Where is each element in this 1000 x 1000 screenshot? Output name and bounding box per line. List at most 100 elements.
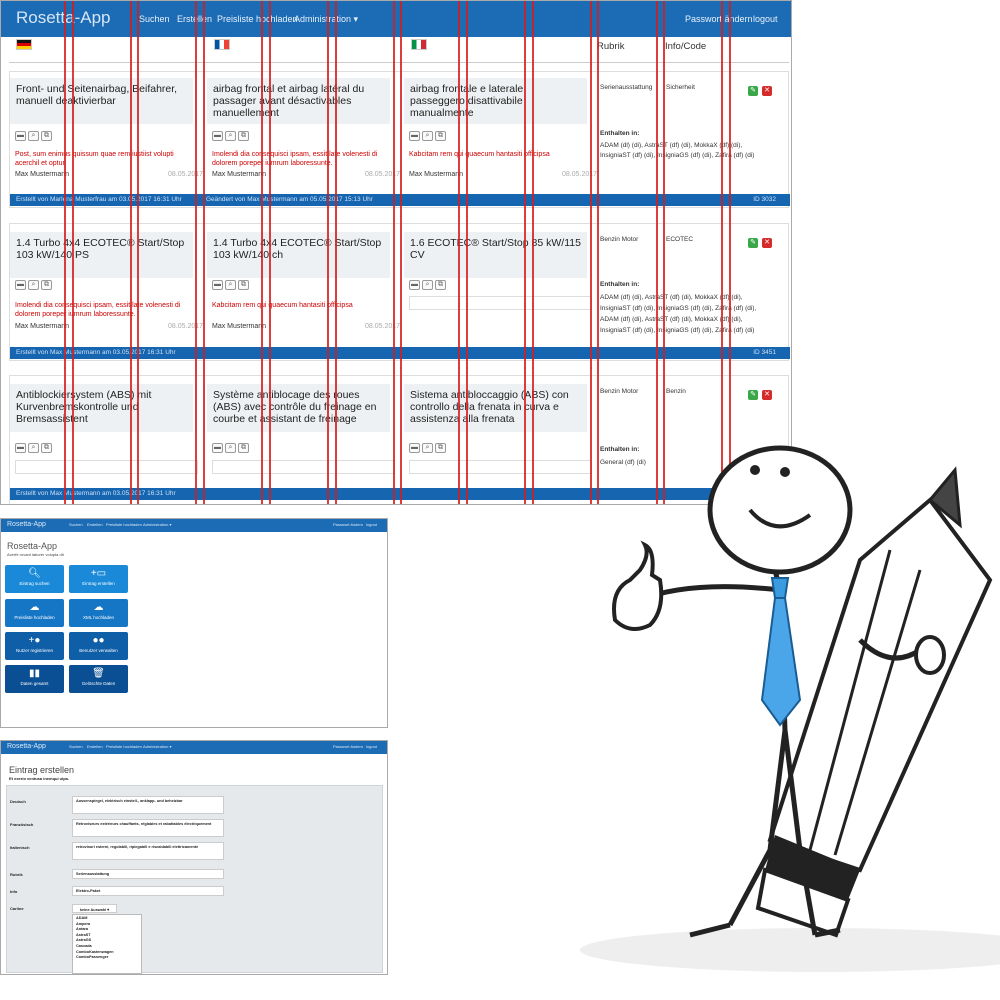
nav-logout[interactable]: logout bbox=[753, 14, 778, 24]
search-icon[interactable]: ⌕ bbox=[28, 131, 39, 141]
rubrik-value: Benzin Motor bbox=[600, 388, 639, 395]
entry-row: Front- und Seitenairbag, Beifahrer, manu… bbox=[9, 71, 790, 208]
search-icon[interactable]: ⌕ bbox=[422, 443, 433, 453]
empty-note-de[interactable] bbox=[15, 460, 198, 474]
nav-suchen[interactable]: Suchen bbox=[139, 14, 170, 24]
nav-suchen[interactable]: Suchen bbox=[69, 744, 83, 749]
label-franzoesisch: Französisch bbox=[10, 822, 34, 827]
search-icon[interactable]: ⌕ bbox=[28, 443, 39, 453]
col-info[interactable]: Info/Code bbox=[665, 41, 706, 52]
text-de[interactable]: Front- und Seitenairbag, Beifahrer, manu… bbox=[10, 78, 193, 124]
top-navbar: Rosetta-App Suchen Erstellen Preisliste … bbox=[1, 741, 387, 754]
nav-passwort[interactable]: Passwort ändern bbox=[333, 522, 363, 527]
search-icon[interactable]: ⌕ bbox=[225, 131, 236, 141]
text-it[interactable]: 1.6 ECOTEC® Start/Stop 85 kW/115 CV bbox=[404, 232, 587, 278]
input-rubrik[interactable]: Serienausstattung bbox=[72, 869, 224, 879]
nav-erstellen[interactable]: Erstellen bbox=[87, 522, 103, 527]
input-franzoesisch[interactable]: Rétroviseurs extérieurs chauffants, régl… bbox=[72, 819, 224, 837]
comment-icon[interactable]: ▬ bbox=[409, 443, 420, 453]
tile-label: Daten gesamt bbox=[20, 681, 49, 686]
nav-passwort[interactable]: Passwort ändern bbox=[685, 14, 753, 24]
copy-icon[interactable]: ⧉ bbox=[41, 280, 52, 290]
text-fr[interactable]: 1.4 Turbo 4x4 ECOTEC® Start/Stop 103 kW/… bbox=[207, 232, 390, 278]
col-rubrik[interactable]: Rubrik bbox=[597, 41, 624, 52]
user-fr: Max Mustermann bbox=[212, 171, 267, 178]
trash-icon[interactable]: ✕ bbox=[762, 238, 772, 248]
tile-xml-hochladen[interactable]: ☁ XML hochladen bbox=[69, 599, 128, 627]
italian-flag-icon bbox=[411, 39, 427, 50]
copy-icon[interactable]: ⧉ bbox=[41, 131, 52, 141]
comment-icon[interactable]: ▬ bbox=[15, 131, 26, 141]
input-info[interactable]: Elektro-Paket bbox=[72, 886, 224, 896]
tile-label: Eintrag erstellen bbox=[82, 581, 115, 586]
nav-suchen[interactable]: Suchen bbox=[69, 522, 83, 527]
text-it[interactable]: airbag frontale e laterale passeggero di… bbox=[404, 78, 587, 124]
search-icon[interactable]: ⌕ bbox=[422, 280, 433, 290]
copy-icon[interactable]: ⧉ bbox=[238, 443, 249, 453]
tile-nutzer-registrieren[interactable]: +● Nutzer registrieren bbox=[5, 632, 64, 660]
label-info: Info bbox=[10, 889, 18, 894]
comment-icon[interactable]: ▬ bbox=[409, 131, 420, 141]
copy-icon[interactable]: ⧉ bbox=[435, 131, 446, 141]
input-deutsch[interactable]: Aussenspiegel, elektrisch einstell-, ank… bbox=[72, 796, 224, 814]
search-icon[interactable]: ⌕ bbox=[225, 280, 236, 290]
tile-eintrag-suchen[interactable]: 🔍︎ Eintrag suchen bbox=[5, 565, 64, 593]
search-icon[interactable]: ⌕ bbox=[422, 131, 433, 141]
search-icon[interactable]: ⌕ bbox=[28, 280, 39, 290]
text-de[interactable]: 1.4 Turbo 4x4 ECOTEC® Start/Stop 103 kW/… bbox=[10, 232, 193, 278]
comment-icon[interactable]: ▬ bbox=[212, 131, 223, 141]
rubrik-value: Benzin Motor bbox=[600, 236, 639, 243]
search-icon[interactable]: ⌕ bbox=[225, 443, 236, 453]
text-it[interactable]: Sistema antibloccaggio (ABS) con control… bbox=[404, 384, 587, 432]
empty-note-it[interactable] bbox=[409, 296, 592, 310]
icons-it: ▬ ⌕ ⧉ bbox=[409, 124, 448, 142]
comment-icon[interactable]: ▬ bbox=[212, 443, 223, 453]
carline-dropdown[interactable]: keine Auswahl ▾ bbox=[72, 904, 117, 913]
nav-logout[interactable]: logout bbox=[366, 522, 377, 527]
comment-icon[interactable]: ▬ bbox=[409, 280, 420, 290]
trash-icon[interactable]: ✕ bbox=[762, 390, 772, 400]
trash-icon[interactable]: ✕ bbox=[762, 86, 772, 96]
text-fr[interactable]: airbag frontal et airbag latéral du pass… bbox=[207, 78, 390, 124]
brand-logo[interactable]: Rosetta-App bbox=[7, 743, 46, 750]
nav-administration[interactable]: Administration ▾ bbox=[143, 522, 171, 527]
tile-geloeschte-daten[interactable]: 🗑︎ Gelöschte Daten bbox=[69, 665, 128, 693]
tile-daten-gesamt[interactable]: ▮▮ Daten gesamt bbox=[5, 665, 64, 693]
comment-icon[interactable]: ▬ bbox=[15, 443, 26, 453]
nav-passwort[interactable]: Passwort ändern bbox=[333, 744, 363, 749]
nav-preisliste[interactable]: Preisliste hochladen bbox=[217, 14, 298, 24]
brand-logo[interactable]: Rosetta-App bbox=[7, 521, 46, 528]
edit-icon[interactable]: ✎ bbox=[748, 390, 758, 400]
enthalten-label: Enthalten in: bbox=[600, 130, 640, 137]
note-fr: Kabcitam rem qui quaecum hantasiti offic… bbox=[212, 302, 353, 309]
nav-erstellen[interactable]: Erstellen bbox=[87, 744, 103, 749]
comment-icon[interactable]: ▬ bbox=[212, 280, 223, 290]
tile-benutzer-verwalten[interactable]: ●● Benutzer verwalten bbox=[69, 632, 128, 660]
nav-preisliste[interactable]: Preisliste hochladen bbox=[106, 522, 142, 527]
tile-label: XML hochladen bbox=[82, 615, 115, 620]
nav-preisliste[interactable]: Preisliste hochladen bbox=[106, 744, 142, 749]
edit-icon[interactable]: ✎ bbox=[748, 238, 758, 248]
nav-logout[interactable]: logout bbox=[366, 744, 377, 749]
nav-administration[interactable]: Administration ▾ bbox=[143, 744, 171, 749]
copy-icon[interactable]: ⧉ bbox=[435, 280, 446, 290]
edit-icon[interactable]: ✎ bbox=[748, 86, 758, 96]
icons-fr: ▬ ⌕ ⧉ bbox=[212, 124, 251, 142]
input-italienisch[interactable]: retrovisori esterni, regolabili, ripiega… bbox=[72, 842, 224, 860]
copy-icon[interactable]: ⧉ bbox=[41, 443, 52, 453]
entry-id: ID 3032 bbox=[753, 196, 776, 203]
text-fr[interactable]: Système antiblocage des roues (ABS) avec… bbox=[207, 384, 390, 432]
date-de: 08.05.2017 bbox=[168, 171, 204, 178]
grid-guide-line bbox=[524, 1, 526, 504]
comment-icon[interactable]: ▬ bbox=[15, 280, 26, 290]
copy-icon[interactable]: ⧉ bbox=[435, 443, 446, 453]
form-panel: Deutsch Aussenspiegel, elektrisch einste… bbox=[6, 785, 383, 974]
copy-icon[interactable]: ⧉ bbox=[238, 280, 249, 290]
tile-eintrag-erstellen[interactable]: +▭ Eintrag erstellen bbox=[69, 565, 128, 593]
tile-label: Gelöschte Daten bbox=[81, 681, 116, 686]
tile-preisliste-hochladen[interactable]: ☁ Preisliste hochladen bbox=[5, 599, 64, 627]
option-combo-passenger[interactable]: ComboPassenger bbox=[76, 955, 138, 961]
copy-icon[interactable]: ⧉ bbox=[238, 131, 249, 141]
text-de[interactable]: Antiblockiersystem (ABS) mit Kurvenbrems… bbox=[10, 384, 193, 432]
empty-note-fr[interactable] bbox=[212, 460, 395, 474]
